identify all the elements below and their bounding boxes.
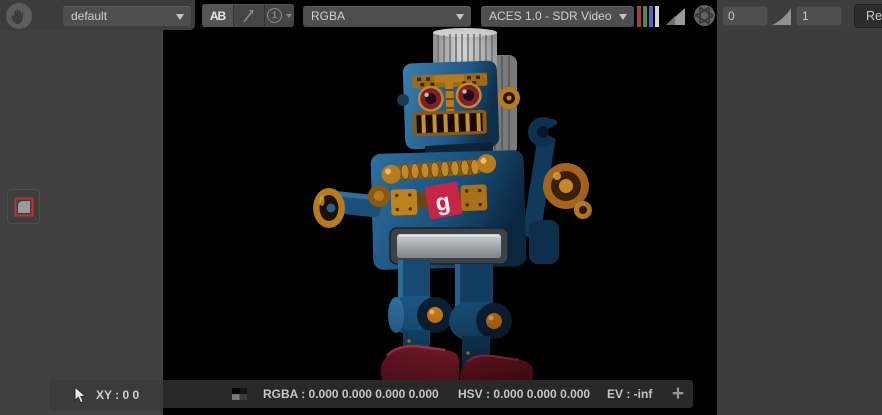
xy-readout: XY : 0 0 <box>96 388 139 402</box>
gain-curve-button[interactable] <box>770 6 793 30</box>
exposure-input[interactable] <box>722 6 768 26</box>
chevron-down-icon <box>619 14 627 20</box>
add-sampler-button[interactable]: + <box>666 381 690 407</box>
snapshot-number: 1 <box>267 8 282 23</box>
ab-label: AB <box>210 9 225 23</box>
ab-compare-button[interactable]: AB <box>202 4 234 27</box>
compare-button-group: AB 1 <box>202 4 294 27</box>
gain-curve-icon <box>770 6 793 27</box>
display-transform-dropdown[interactable]: ACES 1.0 - SDR Video <box>481 6 634 27</box>
render-button-label: Render <box>866 9 882 23</box>
exposure-aperture-button[interactable] <box>693 4 716 30</box>
channel-select-value: RGBA <box>311 9 345 23</box>
channel-select-dropdown[interactable]: RGBA <box>303 6 471 27</box>
mouse-cursor-icon <box>73 386 88 405</box>
wipe-tool-button[interactable] <box>234 4 265 27</box>
xy-status-bar: XY : 0 0 <box>49 380 163 411</box>
chevron-down-icon <box>456 14 464 20</box>
viewport-image-robot: g <box>163 0 717 415</box>
layer-select-dropdown[interactable]: default <box>63 6 191 27</box>
render-button[interactable]: Render <box>854 4 882 28</box>
rgb-stripes-icon <box>637 6 659 27</box>
aperture-icon <box>693 4 716 27</box>
region-render-icon <box>12 195 36 219</box>
viewport[interactable]: g <box>163 0 717 415</box>
region-render-tool-button[interactable] <box>7 189 40 224</box>
wipe-icon <box>240 7 258 25</box>
sampled-color-swatch <box>232 388 247 400</box>
display-transform-value: ACES 1.0 - SDR Video <box>489 9 612 23</box>
pan-tool-button[interactable] <box>5 2 33 30</box>
layer-select-value: default <box>71 9 107 23</box>
gamma-input[interactable] <box>796 6 842 26</box>
render-viewer-window: g <box>0 0 882 415</box>
rgba-readout: RGBA : 0.000 0.000 0.000 0.000 <box>263 387 439 401</box>
pixel-info-bar: RGBA : 0.000 0.000 0.000 0.000 HSV : 0.0… <box>163 380 693 408</box>
right-panel <box>717 0 882 415</box>
channels-display-button[interactable] <box>637 6 659 27</box>
ev-readout: EV : -inf <box>607 387 652 401</box>
snapshot-select-button[interactable]: 1 <box>265 4 294 27</box>
gamma-display-button[interactable] <box>664 6 687 30</box>
gamma-triangle-icon <box>664 6 687 27</box>
hand-icon <box>5 2 33 30</box>
hsv-readout: HSV : 0.000 0.000 0.000 <box>458 387 590 401</box>
chevron-down-icon <box>286 14 292 18</box>
chevron-down-icon <box>176 14 184 20</box>
